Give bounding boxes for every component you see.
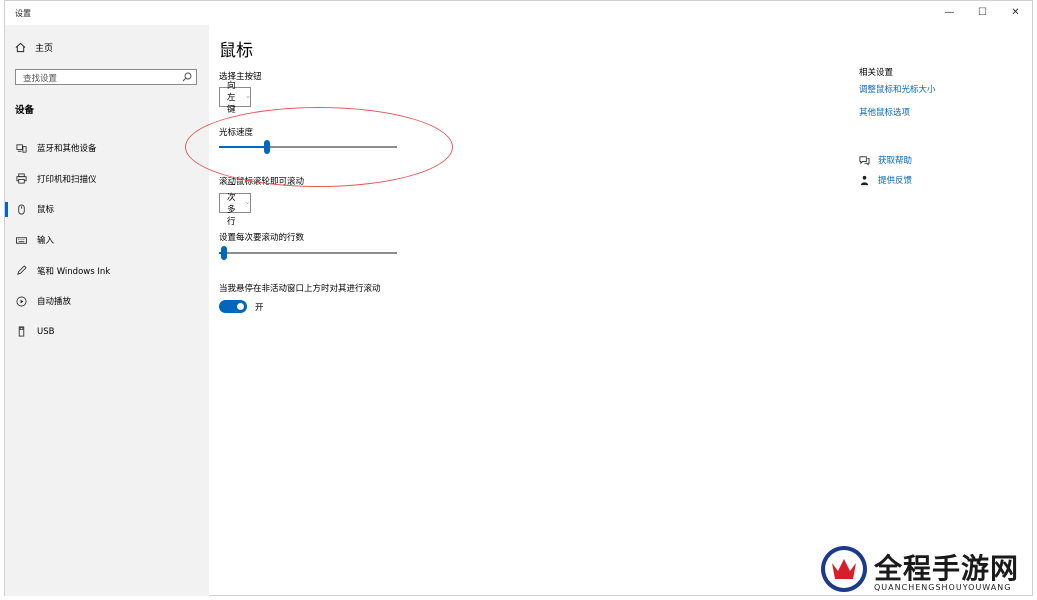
window-title: 设置 [15, 9, 31, 18]
related-settings: 相关设置 调整鼠标和光标大小 其他鼠标选项 [859, 66, 1019, 118]
lines-to-scroll-slider[interactable] [219, 246, 397, 260]
lines-to-scroll-label: 设置每次要滚动的行数 [219, 233, 305, 243]
give-feedback-link[interactable]: 提供反馈 [859, 170, 912, 190]
slider-track [219, 252, 397, 254]
related-settings-title: 相关设置 [859, 68, 894, 78]
sidebar-item-mouse[interactable]: 鼠标 [5, 194, 209, 225]
home-label: 主页 [35, 44, 54, 54]
maximize-button[interactable]: ☐ [966, 1, 999, 23]
sidebar-home[interactable]: 主页 [15, 41, 53, 54]
page-title: 鼠标 [219, 41, 253, 61]
sidebar-item-pen[interactable]: 笔和 Windows Ink [5, 255, 209, 286]
sidebar-item-label: 输入 [37, 236, 55, 247]
watermark-name: 全程手游网 [874, 552, 1020, 585]
printer-icon [16, 173, 27, 184]
sidebar-item-label: 打印机和扫描仪 [37, 174, 97, 185]
watermark: 全程手游网 QUANCHENGSHOUYOUWANG [820, 545, 1030, 597]
get-help-label: 获取帮助 [878, 156, 913, 166]
home-icon [15, 42, 26, 53]
primary-button-label: 选择主按钮 [219, 72, 262, 82]
keyboard-icon [16, 236, 27, 244]
primary-button-dropdown[interactable]: 向左键 [219, 81, 251, 115]
close-button[interactable]: ✕ [999, 1, 1032, 23]
primary-button-value: 向左键 [227, 81, 236, 115]
scroll-wheel-value: 一次多行 [227, 181, 236, 227]
search-input[interactable]: 查找设置 [15, 69, 197, 85]
sidebar-item-label: 蓝牙和其他设备 [37, 144, 97, 155]
title-bar: 设置 — ☐ ✕ [5, 1, 1032, 25]
mouse-icon [18, 204, 25, 215]
annotation-ellipse [185, 107, 453, 187]
sidebar-item-bluetooth[interactable]: 蓝牙和其他设备 [5, 133, 209, 164]
help-section: 获取帮助 提供反馈 [859, 150, 912, 190]
minimize-button[interactable]: — [933, 1, 966, 23]
window-controls: — ☐ ✕ [933, 1, 1032, 23]
give-feedback-label: 提供反馈 [878, 176, 913, 186]
section-title: 设备 [15, 105, 35, 116]
get-help-link[interactable]: 获取帮助 [859, 150, 912, 170]
watermark-logo-icon [821, 546, 867, 592]
scroll-wheel-dropdown[interactable]: 一次多行 [219, 181, 251, 227]
autoplay-icon [16, 296, 27, 307]
feedback-icon [860, 175, 869, 185]
link-adjust-pointer-size[interactable]: 调整鼠标和光标大小 [859, 83, 1019, 95]
chevron-down-icon [246, 202, 250, 204]
sidebar-item-label: 笔和 Windows Ink [37, 266, 111, 277]
inactive-scroll-state: 开 [255, 303, 264, 313]
sidebar-item-label: USB [37, 326, 55, 337]
sidebar-item-label: 自动播放 [37, 297, 72, 308]
chevron-down-icon [245, 96, 250, 99]
chat-help-icon [859, 155, 870, 166]
slider-thumb[interactable] [221, 246, 228, 260]
link-other-mouse-options[interactable]: 其他鼠标选项 [859, 106, 1019, 118]
inactive-scroll-toggle[interactable] [219, 300, 247, 313]
sidebar-nav: 蓝牙和其他设备 打印机和扫描仪 鼠标 输入 笔和 Windows Ink 自动播… [5, 133, 209, 347]
inactive-scroll-label: 当我悬停在非活动窗口上方时对其进行滚动 [219, 284, 381, 294]
sidebar-item-typing[interactable]: 输入 [5, 225, 209, 256]
search-icon[interactable] [182, 72, 192, 82]
pen-icon [17, 265, 27, 275]
sidebar-item-usb[interactable]: USB [5, 317, 209, 348]
bluetooth-devices-icon [16, 144, 27, 153]
sidebar-item-autoplay[interactable]: 自动播放 [5, 286, 209, 317]
sidebar-item-printers[interactable]: 打印机和扫描仪 [5, 164, 209, 195]
sidebar: 主页 查找设置 设备 蓝牙和其他设备 打印机和扫描仪 鼠标 输入 笔和 Wind… [5, 25, 209, 596]
sidebar-item-label: 鼠标 [37, 205, 55, 216]
usb-icon [18, 326, 25, 337]
watermark-subtitle: QUANCHENGSHOUYOUWANG [874, 583, 1012, 592]
search-placeholder: 查找设置 [23, 74, 58, 84]
